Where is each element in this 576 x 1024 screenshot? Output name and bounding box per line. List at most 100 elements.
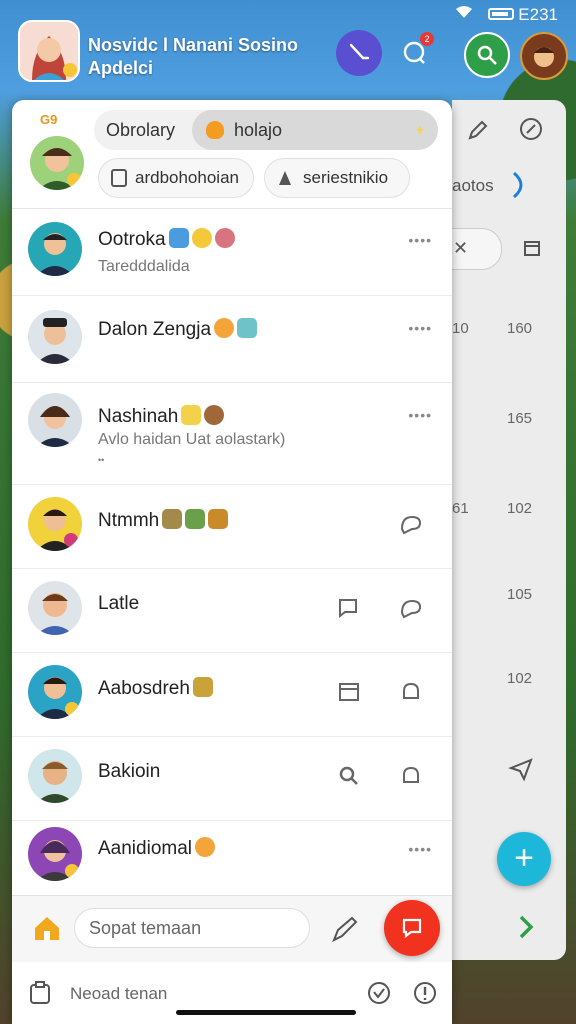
emoji-icon [192,677,213,697]
check-circle-icon[interactable] [366,980,392,1006]
contact-message: Taredddalida [98,258,190,275]
emoji-icon [191,228,212,248]
battery-icon [488,8,514,20]
side-tab-label[interactable]: aotos [452,176,494,196]
chat-row[interactable]: Ntmmh [12,485,452,569]
contact-name: Latle [98,593,140,614]
compose-icon[interactable] [330,914,360,944]
more-options-icon[interactable]: •••• [408,320,432,336]
chat-row[interactable]: Bakioin [12,737,452,821]
archive-icon[interactable] [522,238,542,258]
chat-row[interactable]: Aanidiomal •••• [12,821,452,895]
title-line-2: Apdelci [88,58,154,78]
emoji-icon [237,318,258,338]
add-fab-button[interactable]: + [497,832,551,886]
new-message-fab[interactable] [384,900,440,956]
contact-name: Ntmmh [98,509,229,532]
filter-chip-seriestnikio[interactable]: seriestnikio [264,158,410,198]
search-placeholder: Sopat temaan [89,918,202,938]
more-options-icon[interactable]: •••• [408,232,432,248]
app-title: Nosvidc l Nanani Sosino Apdelci [88,34,298,80]
chat-panel: G9 Obrolary holajo ✦ ardbohohoian series… [12,100,452,1024]
game-avatar[interactable] [520,32,568,80]
send-icon[interactable] [508,756,534,782]
contact-avatar [28,749,82,803]
emoji-icon [181,405,202,425]
wifi-icon [456,6,472,18]
contact-message: Avlo haidan Uat aolastark) [98,431,286,448]
chip-label: holajo [234,119,283,140]
top-bar: Nosvidc l Nanani Sosino Apdelci 2 [0,20,576,100]
loading-arc-icon [512,171,523,199]
panel-header: G9 Obrolary holajo ✦ ardbohohoian series… [12,100,452,209]
pen-slash-icon [349,43,370,60]
fire-icon [206,121,224,139]
home-icon[interactable] [32,914,62,942]
search-icon[interactable] [336,763,362,789]
chat-reply-icon[interactable] [398,595,424,621]
chat-row[interactable]: Aabosdreh [12,653,452,737]
side-number: 160 [507,320,533,337]
chip-label: seriestnikio [303,168,389,187]
emoji-icon [214,318,235,338]
bell-icon [279,171,291,185]
calendar-icon[interactable] [336,679,362,705]
contact-avatar [28,222,82,276]
more-options-icon[interactable]: •••• [408,841,432,857]
plus-icon: + [514,839,534,877]
emoji-icon [214,228,235,248]
profile-avatar[interactable] [30,136,84,190]
chat-row[interactable]: Nashinah Avlo haidan Uat aolastark) •• •… [12,383,452,485]
user-avatar[interactable] [18,20,80,82]
notification-bell-icon[interactable] [398,679,424,705]
star-icon: ✦ [414,121,426,138]
filter-chip-holajo[interactable]: holajo ✦ [192,110,438,150]
side-number: 10 [452,320,469,337]
contact-name: Ootroka [98,228,235,251]
chat-row[interactable]: Latle [12,569,452,653]
background-sidebar: aotos ✕ 10 160 165 61 102 105 102 [452,100,566,960]
filter-chip-ardbohohoian[interactable]: ardbohohoian [98,158,254,198]
contact-avatar [28,310,82,364]
close-x-icon: ✕ [453,238,469,258]
emoji-icon [204,405,225,425]
chip-label: Obrolary [106,119,176,140]
emoji-icon [208,509,229,529]
contact-avatar [28,665,82,719]
close-circle-icon[interactable] [518,116,544,142]
title-line-1: Nosvidc l Nanani Sosino [88,35,299,55]
info-circle-icon[interactable] [412,980,438,1006]
notification-bell-icon[interactable] [398,763,424,789]
side-number: 105 [507,586,533,603]
side-number: 102 [507,500,533,517]
emoji-icon [162,509,183,529]
chat-row[interactable]: Dalon Zengja •••• [12,296,452,383]
search-button[interactable] [464,32,510,78]
bag-icon [111,169,127,187]
contact-avatar [28,393,82,447]
clipboard-icon[interactable] [28,980,52,1006]
message-square-icon [402,918,422,939]
chat-reply-icon[interactable] [398,511,424,537]
contact-name: Nashinah [98,405,225,428]
side-close-pill[interactable]: ✕ [452,228,502,270]
contact-name: Dalon Zengja [98,318,258,341]
search-input[interactable]: Sopat temaan [74,908,310,948]
side-number: 102 [507,670,533,687]
notification-badge: 2 [420,32,434,46]
chevron-right-icon[interactable] [516,914,536,940]
chip-label: ardbohohoian [135,168,239,187]
chat-notifications-button[interactable]: 2 [392,30,438,76]
contact-message-extra: •• [98,455,105,465]
contact-avatar [28,827,82,881]
chat-row[interactable]: Ootroka Taredddalida •••• [12,208,452,296]
contact-avatar [28,581,82,635]
edit-button[interactable] [336,30,382,76]
pencil-icon[interactable] [466,118,490,142]
message-edit-icon[interactable] [336,595,362,621]
more-options-icon[interactable]: •••• [408,407,432,423]
emoji-icon [195,837,215,857]
home-indicator [176,1010,356,1015]
side-number: 61 [452,500,469,517]
message-input[interactable]: Neoad tenan [70,984,167,1004]
